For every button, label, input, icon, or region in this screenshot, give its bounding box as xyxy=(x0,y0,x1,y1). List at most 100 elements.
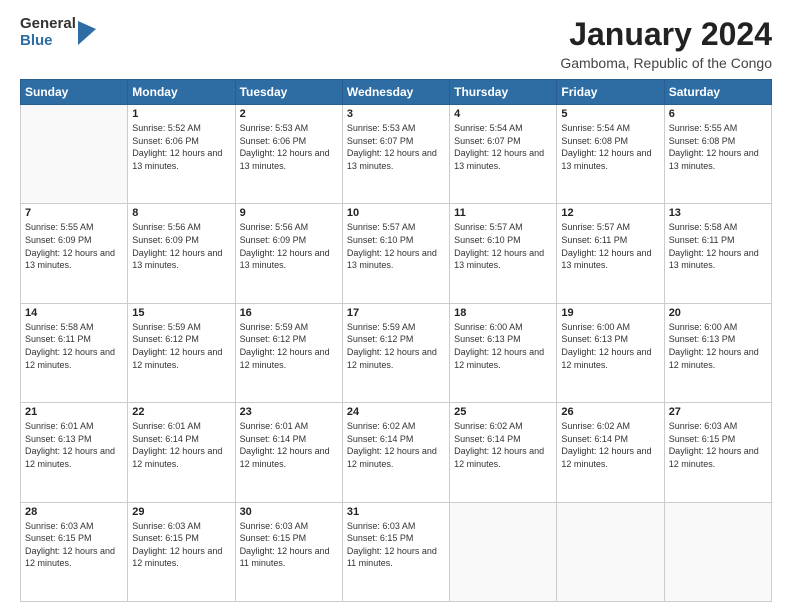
day-info: Sunrise: 5:55 AMSunset: 6:09 PMDaylight:… xyxy=(25,221,123,271)
day-info: Sunrise: 6:00 AMSunset: 6:13 PMDaylight:… xyxy=(669,321,767,371)
table-row: 30 Sunrise: 6:03 AMSunset: 6:15 PMDayligh… xyxy=(235,502,342,601)
day-info: Sunrise: 5:56 AMSunset: 6:09 PMDaylight:… xyxy=(132,221,230,271)
day-number: 5 xyxy=(561,108,659,120)
day-info: Sunrise: 5:57 AMSunset: 6:10 PMDaylight:… xyxy=(454,221,552,271)
day-number: 3 xyxy=(347,108,445,120)
calendar-week-row: 7 Sunrise: 5:55 AMSunset: 6:09 PMDaylight… xyxy=(21,204,772,303)
day-number: 21 xyxy=(25,406,123,418)
table-row: 27Sunrise: 6:03 AMSunset: 6:15 PMDayligh… xyxy=(664,403,771,502)
day-info: Sunrise: 5:56 AMSunset: 6:09 PMDaylight:… xyxy=(240,221,338,271)
header: General Blue January 2024 Gamboma, Repub… xyxy=(20,16,772,71)
table-row: 28Sunrise: 6:03 AMSunset: 6:15 PMDayligh… xyxy=(21,502,128,601)
table-row: 14 Sunrise: 5:58 AMSunset: 6:11 PMDayligh… xyxy=(21,303,128,402)
logo-blue: Blue xyxy=(20,33,76,50)
table-row: 15 Sunrise: 5:59 AMSunset: 6:12 PMDayligh… xyxy=(128,303,235,402)
day-number: 19 xyxy=(561,307,659,319)
table-row: 5 Sunrise: 5:54 AMSunset: 6:08 PMDaylight… xyxy=(557,105,664,204)
table-row: 19 Sunrise: 6:00 AMSunset: 6:13 PMDayligh… xyxy=(557,303,664,402)
day-number: 13 xyxy=(669,207,767,219)
day-number: 4 xyxy=(454,108,552,120)
day-number: 23 xyxy=(240,406,338,418)
table-row: 24Sunrise: 6:02 AMSunset: 6:14 PMDayligh… xyxy=(342,403,449,502)
day-info: Sunrise: 6:02 AMSunset: 6:14 PMDaylight:… xyxy=(347,420,445,470)
day-number: 14 xyxy=(25,307,123,319)
logo-general: General xyxy=(20,16,76,33)
table-row: 4 Sunrise: 5:54 AMSunset: 6:07 PMDaylight… xyxy=(450,105,557,204)
table-row: 1 Sunrise: 5:52 AMSunset: 6:06 PMDaylight… xyxy=(128,105,235,204)
day-number: 17 xyxy=(347,307,445,319)
table-row: 29 Sunrise: 6:03 AMSunset: 6:15 PMDayligh… xyxy=(128,502,235,601)
day-number: 9 xyxy=(240,207,338,219)
table-row xyxy=(557,502,664,601)
day-number: 30 xyxy=(240,506,338,518)
day-info: Sunrise: 5:53 AMSunset: 6:06 PMDaylight:… xyxy=(240,122,338,172)
table-row: 20 Sunrise: 6:00 AMSunset: 6:13 PMDayligh… xyxy=(664,303,771,402)
day-info: Sunrise: 5:55 AMSunset: 6:08 PMDaylight:… xyxy=(669,122,767,172)
day-info: Sunrise: 6:00 AMSunset: 6:13 PMDaylight:… xyxy=(454,321,552,371)
table-row: 7 Sunrise: 5:55 AMSunset: 6:09 PMDaylight… xyxy=(21,204,128,303)
subtitle: Gamboma, Republic of the Congo xyxy=(560,55,772,71)
table-row: 25Sunrise: 6:02 AMSunset: 6:14 PMDayligh… xyxy=(450,403,557,502)
day-info: Sunrise: 5:54 AMSunset: 6:08 PMDaylight:… xyxy=(561,122,659,172)
day-info: Sunrise: 5:59 AMSunset: 6:12 PMDaylight:… xyxy=(132,321,230,371)
day-number: 1 xyxy=(132,108,230,120)
day-number: 16 xyxy=(240,307,338,319)
day-number: 15 xyxy=(132,307,230,319)
table-row: 31Sunrise: 6:03 AMSunset: 6:15 PMDayligh… xyxy=(342,502,449,601)
day-info: Sunrise: 6:01 AMSunset: 6:14 PMDaylight:… xyxy=(240,420,338,470)
table-row: 8Sunrise: 5:56 AMSunset: 6:09 PMDaylight… xyxy=(128,204,235,303)
day-info: Sunrise: 6:03 AMSunset: 6:15 PMDaylight:… xyxy=(347,520,445,570)
day-info: Sunrise: 5:59 AMSunset: 6:12 PMDaylight:… xyxy=(240,321,338,371)
page: General Blue January 2024 Gamboma, Repub… xyxy=(0,0,792,612)
day-number: 6 xyxy=(669,108,767,120)
table-row xyxy=(450,502,557,601)
day-info: Sunrise: 6:02 AMSunset: 6:14 PMDaylight:… xyxy=(561,420,659,470)
main-title: January 2024 xyxy=(560,16,772,53)
day-info: Sunrise: 5:57 AMSunset: 6:10 PMDaylight:… xyxy=(347,221,445,271)
table-row: 11 Sunrise: 5:57 AMSunset: 6:10 PMDayligh… xyxy=(450,204,557,303)
table-row: 26Sunrise: 6:02 AMSunset: 6:14 PMDayligh… xyxy=(557,403,664,502)
day-info: Sunrise: 5:53 AMSunset: 6:07 PMDaylight:… xyxy=(347,122,445,172)
table-row: 22 Sunrise: 6:01 AMSunset: 6:14 PMDayligh… xyxy=(128,403,235,502)
day-info: Sunrise: 6:03 AMSunset: 6:15 PMDaylight:… xyxy=(240,520,338,570)
col-sunday: Sunday xyxy=(21,80,128,105)
table-row: 6 Sunrise: 5:55 AMSunset: 6:08 PMDaylight… xyxy=(664,105,771,204)
day-info: Sunrise: 6:03 AMSunset: 6:15 PMDaylight:… xyxy=(132,520,230,570)
day-number: 20 xyxy=(669,307,767,319)
table-row: 18Sunrise: 6:00 AMSunset: 6:13 PMDayligh… xyxy=(450,303,557,402)
day-info: Sunrise: 6:01 AMSunset: 6:14 PMDaylight:… xyxy=(132,420,230,470)
day-number: 22 xyxy=(132,406,230,418)
table-row: 16 Sunrise: 5:59 AMSunset: 6:12 PMDayligh… xyxy=(235,303,342,402)
table-row xyxy=(21,105,128,204)
calendar-week-row: 1 Sunrise: 5:52 AMSunset: 6:06 PMDaylight… xyxy=(21,105,772,204)
table-row xyxy=(664,502,771,601)
day-number: 27 xyxy=(669,406,767,418)
day-number: 28 xyxy=(25,506,123,518)
table-row: 3 Sunrise: 5:53 AMSunset: 6:07 PMDaylight… xyxy=(342,105,449,204)
day-info: Sunrise: 5:59 AMSunset: 6:12 PMDaylight:… xyxy=(347,321,445,371)
table-row: 21 Sunrise: 6:01 AMSunset: 6:13 PMDayligh… xyxy=(21,403,128,502)
day-number: 29 xyxy=(132,506,230,518)
day-number: 2 xyxy=(240,108,338,120)
day-info: Sunrise: 5:54 AMSunset: 6:07 PMDaylight:… xyxy=(454,122,552,172)
table-row: 10 Sunrise: 5:57 AMSunset: 6:10 PMDayligh… xyxy=(342,204,449,303)
table-row: 12Sunrise: 5:57 AMSunset: 6:11 PMDayligh… xyxy=(557,204,664,303)
day-number: 10 xyxy=(347,207,445,219)
day-info: Sunrise: 6:01 AMSunset: 6:13 PMDaylight:… xyxy=(25,420,123,470)
day-info: Sunrise: 5:58 AMSunset: 6:11 PMDaylight:… xyxy=(669,221,767,271)
logo-icon xyxy=(78,21,96,45)
day-info: Sunrise: 6:00 AMSunset: 6:13 PMDaylight:… xyxy=(561,321,659,371)
table-row: 17 Sunrise: 5:59 AMSunset: 6:12 PMDayligh… xyxy=(342,303,449,402)
day-number: 12 xyxy=(561,207,659,219)
day-info: Sunrise: 5:58 AMSunset: 6:11 PMDaylight:… xyxy=(25,321,123,371)
day-info: Sunrise: 6:02 AMSunset: 6:14 PMDaylight:… xyxy=(454,420,552,470)
table-row: 2 Sunrise: 5:53 AMSunset: 6:06 PMDaylight… xyxy=(235,105,342,204)
day-info: Sunrise: 5:52 AMSunset: 6:06 PMDaylight:… xyxy=(132,122,230,172)
logo: General Blue xyxy=(20,16,96,49)
day-number: 7 xyxy=(25,207,123,219)
col-tuesday: Tuesday xyxy=(235,80,342,105)
title-block: January 2024 Gamboma, Republic of the Co… xyxy=(560,16,772,71)
col-thursday: Thursday xyxy=(450,80,557,105)
table-row: 13 Sunrise: 5:58 AMSunset: 6:11 PMDayligh… xyxy=(664,204,771,303)
day-number: 11 xyxy=(454,207,552,219)
